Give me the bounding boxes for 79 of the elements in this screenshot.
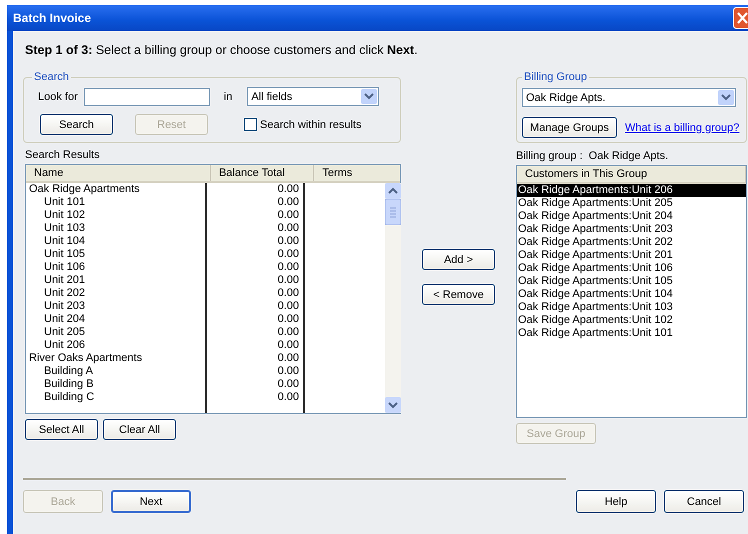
table-cell-text: 0.00 [276, 378, 300, 391]
transfer-button[interactable]: Add > [422, 249, 495, 270]
table-cell[interactable]: Unit 105 [26, 248, 205, 261]
list-item[interactable]: Oak Ridge Apartments:Unit 203 [517, 223, 746, 236]
list-item[interactable]: Oak Ridge Apartments:Unit 104 [517, 288, 746, 301]
list-button[interactable]: Clear All [103, 419, 176, 440]
table-cell[interactable]: Unit 104 [26, 235, 205, 248]
table-cell-text: 0.00 [276, 274, 300, 287]
manage-groups-button[interactable]: Manage Groups [522, 117, 617, 138]
column-header[interactable]: Terms [314, 165, 400, 181]
close-icon[interactable] [733, 7, 748, 29]
column-header[interactable]: Customers in This Group [517, 166, 746, 184]
list-item[interactable]: Oak Ridge Apartments:Unit 106 [517, 262, 746, 275]
help-link[interactable]: What is a billing group? [625, 122, 740, 134]
dialog-button[interactable]: Cancel [664, 490, 744, 513]
scroll-down-icon[interactable] [385, 397, 401, 413]
table-cell[interactable]: Unit 103 [26, 222, 205, 235]
table-cell-text: 0.00 [276, 313, 300, 326]
table-cell[interactable]: Building C [26, 391, 205, 404]
table-cell[interactable]: Building B [26, 378, 205, 391]
billing-group-dropdown[interactable]: Oak Ridge Apts. [522, 88, 736, 107]
table-cell[interactable]: Unit 204 [26, 313, 205, 326]
table-cell-text: 0.00 [276, 209, 300, 222]
column-header[interactable]: Balance Total [210, 165, 314, 181]
list-item[interactable]: Oak Ridge Apartments:Unit 201 [517, 249, 746, 262]
nav-button[interactable]: Next [111, 490, 191, 513]
look-for-field[interactable] [84, 88, 210, 106]
dialog-button[interactable]: Help [576, 490, 656, 513]
table-cell-text: 0.00 [276, 235, 300, 248]
checkbox-label: Search within results [260, 118, 362, 130]
table-cell-text: 0.00 [276, 339, 300, 352]
table-cell-text: 0.00 [276, 222, 300, 235]
field-label: Look for [38, 90, 78, 102]
column-header[interactable]: Name [26, 165, 211, 181]
list-item[interactable]: Oak Ridge Apartments:Unit 101 [517, 327, 746, 340]
table-cell-text: 0.00 [276, 365, 300, 378]
table-cell[interactable]: Unit 206 [26, 339, 205, 352]
list-item[interactable]: Oak Ridge Apartments:Unit 204 [517, 210, 746, 223]
section-title: Search Results [25, 149, 101, 163]
table-cell[interactable]: Unit 201 [26, 274, 205, 287]
table-cell[interactable]: Oak Ridge Apartments [26, 183, 205, 196]
table-cell-text: 0.00 [276, 352, 300, 365]
table-cell-text: 0.00 [276, 300, 300, 313]
transfer-button[interactable]: < Remove [422, 284, 495, 305]
table-cell-text: 0.00 [276, 287, 300, 300]
table-cell-text: 0.00 [276, 196, 300, 209]
table-cell[interactable]: Unit 205 [26, 326, 205, 339]
table-cell[interactable]: Building A [26, 365, 205, 378]
group-title: Search [33, 71, 70, 83]
table-cell-text: 0.00 [276, 261, 300, 274]
group-title: Billing Group [523, 71, 588, 83]
list-item[interactable]: Oak Ridge Apartments:Unit 102 [517, 314, 746, 327]
search-button[interactable]: Search [40, 114, 113, 135]
checkbox[interactable] [244, 118, 257, 131]
table-cell[interactable]: Unit 101 [26, 196, 205, 209]
list-item[interactable]: Oak Ridge Apartments:Unit 205 [517, 197, 746, 210]
list-item[interactable]: Oak Ridge Apartments:Unit 103 [517, 301, 746, 314]
table-cell-text: 0.00 [276, 248, 300, 261]
table-cell[interactable]: Unit 102 [26, 209, 205, 222]
instruction-text: Step 1 of 3: Select a billing group or choose customers and click Next. [25, 43, 419, 59]
field-label: in [224, 90, 232, 102]
table-cell[interactable]: Unit 203 [26, 300, 205, 313]
table-cell-text: 0.00 [276, 183, 300, 196]
table-cell-text: 0.00 [276, 326, 300, 339]
list-item[interactable]: Oak Ridge Apartments:Unit 105 [517, 275, 746, 288]
table-cell[interactable]: Unit 106 [26, 261, 205, 274]
billing-group-value: Oak Ridge Apts. [588, 150, 668, 164]
table-cell[interactable]: River Oaks Apartments [26, 352, 205, 365]
scroll-up-icon[interactable] [385, 183, 401, 199]
list-item[interactable]: Oak Ridge Apartments:Unit 202 [517, 236, 746, 249]
fields-dropdown[interactable]: All fields [247, 87, 380, 106]
list-item[interactable]: Oak Ridge Apartments:Unit 206 [517, 184, 746, 197]
window-title: Batch Invoice [13, 11, 92, 25]
field-label: Billing group : [516, 150, 583, 164]
table-cell[interactable]: Unit 202 [26, 287, 205, 300]
table-cell-text: 0.00 [276, 391, 300, 404]
scrollbar[interactable] [385, 183, 401, 413]
scroll-thumb[interactable] [385, 199, 401, 225]
list-button[interactable]: Select All [25, 419, 98, 440]
